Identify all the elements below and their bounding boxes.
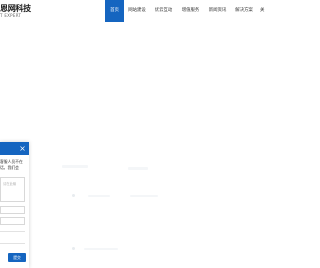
faded-content-block <box>128 167 148 170</box>
nav-item-home[interactable]: 首页 <box>105 0 124 22</box>
logo-subtext: T EXPERT <box>0 13 22 18</box>
faded-content-block <box>62 165 88 168</box>
chat-submit-button[interactable]: 提交 <box>8 253 26 262</box>
chat-message: 客服人员不在 话，我们会 <box>0 159 27 170</box>
faded-content-block <box>84 248 118 250</box>
site-header: 恩网科技 T EXPERT 首页 网站建设 优云互动 增值服务 新闻资讯 解决方… <box>0 0 268 22</box>
faded-content-block <box>88 195 110 197</box>
faded-content-block <box>130 195 158 197</box>
chat-message-textarea[interactable]: 请在此输 <box>0 177 25 202</box>
textarea-placeholder: 请在此输 <box>3 182 17 186</box>
chat-name-field[interactable] <box>0 206 25 214</box>
close-icon-glyph <box>20 146 25 151</box>
faded-bullet <box>72 194 75 197</box>
chat-message-line: 客服人员不在 <box>0 159 23 164</box>
chat-email-field[interactable] <box>0 231 25 232</box>
nav-item-solutions[interactable]: 解决方案 <box>231 0 257 22</box>
nav-item-value-added[interactable]: 增值服务 <box>177 0 204 22</box>
nav-item-news[interactable]: 新闻资讯 <box>204 0 231 22</box>
company-logo[interactable]: 恩网科技 T EXPERT <box>0 4 34 19</box>
chat-phone-field[interactable] <box>0 217 25 225</box>
nav-item-youyun[interactable]: 优云互动 <box>150 0 177 22</box>
main-nav: 首页 网站建设 优云互动 增值服务 新闻资讯 解决方案 关 <box>105 0 268 22</box>
chat-company-field[interactable] <box>0 243 25 244</box>
faded-bullet <box>72 247 75 250</box>
nav-item-web-building[interactable]: 网站建设 <box>124 0 150 22</box>
chat-widget: 客服人员不在 话，我们会 <box>0 142 29 268</box>
chat-message-line: 话，我们会 <box>0 164 19 170</box>
close-icon[interactable] <box>19 145 26 152</box>
logo-text: 恩网科技 <box>0 4 31 13</box>
chat-header <box>0 142 29 155</box>
nav-item-about[interactable]: 关 <box>257 0 268 22</box>
